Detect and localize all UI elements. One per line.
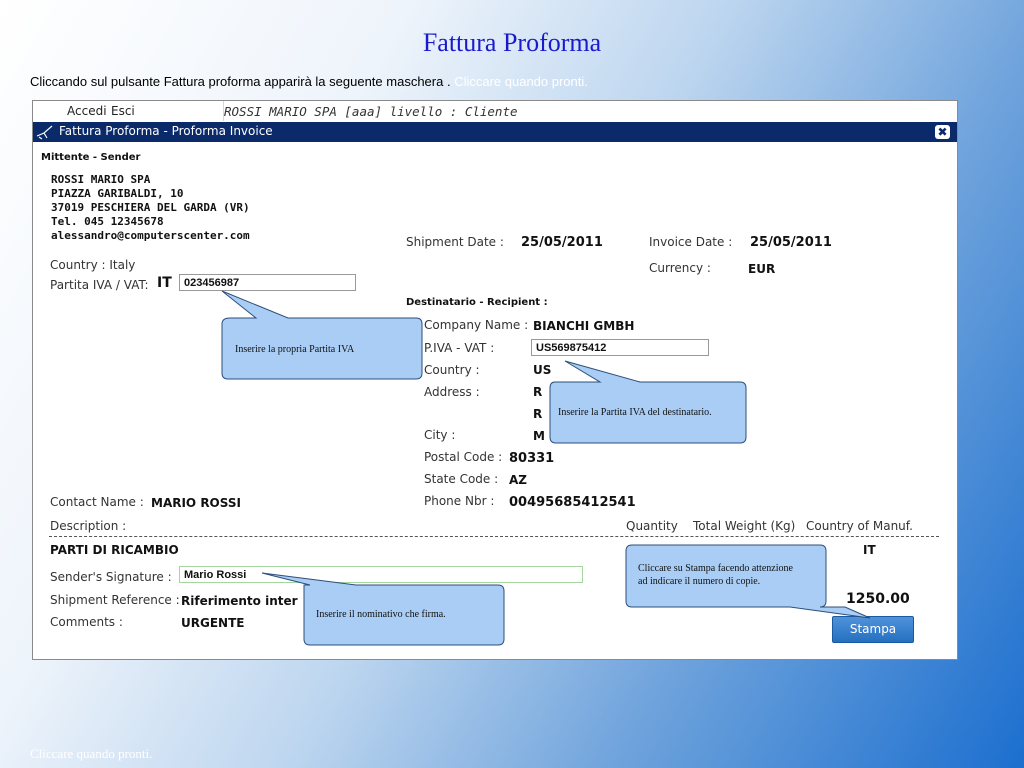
recipient-vat-label: P.IVA - VAT : bbox=[424, 341, 495, 355]
recipient-postal-label: Postal Code : bbox=[424, 450, 503, 464]
sender-vat-prefix: IT bbox=[157, 275, 172, 291]
menu-item-accedi[interactable]: Accedi bbox=[67, 104, 107, 118]
intro-text: Cliccando sul pulsante Fattura proforma … bbox=[30, 74, 588, 89]
callout-sender-vat-text: Inserire la propria Partita IVA bbox=[235, 344, 355, 355]
contact-label: Contact Name : bbox=[50, 495, 144, 509]
window-titlebar: Fattura Proforma - Proforma Invoice ✖ bbox=[33, 122, 957, 142]
signature-input[interactable] bbox=[179, 566, 583, 583]
item-description: PARTI DI RICAMBIO bbox=[50, 543, 179, 557]
recipient-city-value: M bbox=[533, 429, 545, 443]
recipient-postal-value: 80331 bbox=[509, 451, 555, 466]
recipient-company-value: BIANCHI GMBH bbox=[533, 319, 635, 333]
shipment-date-label: Shipment Date : bbox=[406, 235, 504, 249]
menu-bar: Accedi Esci ROSSI MARIO SPA [aaa] livell… bbox=[33, 101, 957, 121]
recipient-phone-value: 00495685412541 bbox=[509, 495, 636, 510]
sender-country: Country : Italy bbox=[50, 258, 136, 272]
recipient-state-value: AZ bbox=[509, 473, 527, 487]
quantity-header: Quantity bbox=[626, 519, 678, 533]
country-manuf-header: Country of Manuf. bbox=[806, 519, 913, 533]
item-total: 1250.00 bbox=[846, 591, 910, 607]
signature-label: Sender's Signature : bbox=[50, 570, 172, 584]
shipment-date-value: 25/05/2011 bbox=[521, 235, 603, 250]
slide-footer[interactable]: Cliccare quando pronti. bbox=[30, 746, 152, 762]
window-title: Fattura Proforma - Proforma Invoice bbox=[59, 124, 273, 138]
recipient-city-label: City : bbox=[424, 428, 456, 442]
proforma-window: Accedi Esci ROSSI MARIO SPA [aaa] livell… bbox=[32, 100, 958, 660]
contact-value: MARIO ROSSI bbox=[151, 496, 241, 510]
login-info-area: ROSSI MARIO SPA [aaa] livello : Cliente bbox=[223, 101, 958, 121]
recipient-address-line2: R bbox=[533, 407, 543, 421]
sender-city: 37019 PESCHIERA DEL GARDA (VR) bbox=[51, 201, 250, 214]
window-logo-icon bbox=[36, 125, 53, 140]
recipient-address-line1: R bbox=[533, 385, 543, 399]
menu-item-esci[interactable]: Esci bbox=[111, 104, 135, 118]
item-country: IT bbox=[863, 543, 876, 557]
invoice-date-value: 25/05/2011 bbox=[750, 235, 832, 250]
comments-label: Comments : bbox=[50, 615, 123, 629]
description-header: Description : bbox=[50, 519, 127, 533]
stampa-button[interactable]: Stampa bbox=[832, 616, 914, 643]
callout-print-text-1: Cliccare su Stampa facendo attenzione bbox=[638, 563, 793, 574]
sender-email: alessandro@computerscenter.com bbox=[51, 229, 250, 242]
close-icon[interactable]: ✖ bbox=[935, 125, 950, 139]
currency-value: EUR bbox=[748, 262, 776, 276]
items-divider bbox=[49, 536, 939, 537]
slide-title: Fattura Proforma bbox=[422, 28, 602, 57]
sender-company: ROSSI MARIO SPA bbox=[51, 173, 151, 186]
recipient-phone-label: Phone Nbr : bbox=[424, 494, 495, 508]
invoice-date-label: Invoice Date : bbox=[649, 235, 733, 249]
callout-recipient-vat-text: Inserire la Partita IVA del destinatario… bbox=[558, 407, 712, 418]
reference-value: Riferimento inter bbox=[181, 594, 298, 608]
weight-header: Total Weight (Kg) bbox=[693, 519, 796, 533]
intro-sentence: Cliccando sul pulsante Fattura proforma … bbox=[30, 74, 451, 89]
sender-address: PIAZZA GARIBALDI, 10 bbox=[51, 187, 184, 200]
recipient-company-label: Company Name : bbox=[424, 318, 529, 332]
recipient-vat-input[interactable] bbox=[531, 339, 709, 356]
login-info: ROSSI MARIO SPA [aaa] livello : Cliente bbox=[224, 104, 518, 119]
recipient-country-label: Country : bbox=[424, 363, 480, 377]
recipient-country-value: US bbox=[533, 363, 552, 377]
sender-tel: Tel. 045 12345678 bbox=[51, 215, 164, 228]
recipient-section-label: Destinatario - Recipient : bbox=[406, 297, 548, 308]
sender-section-label: Mittente - Sender bbox=[41, 152, 141, 163]
intro-hint: Cliccare quando pronti. bbox=[454, 74, 588, 89]
comments-value: URGENTE bbox=[181, 616, 245, 630]
sender-vat-input[interactable] bbox=[179, 274, 356, 291]
callout-signature-text: Inserire il nominativo che firma. bbox=[316, 609, 446, 620]
currency-label: Currency : bbox=[649, 261, 711, 275]
recipient-state-label: State Code : bbox=[424, 472, 499, 486]
callout-print-text-2: ad indicare il numero di copie. bbox=[638, 576, 761, 587]
recipient-address-label: Address : bbox=[424, 385, 480, 399]
sender-vat-label: Partita IVA / VAT: bbox=[50, 278, 149, 292]
reference-label: Shipment Reference : bbox=[50, 593, 180, 607]
